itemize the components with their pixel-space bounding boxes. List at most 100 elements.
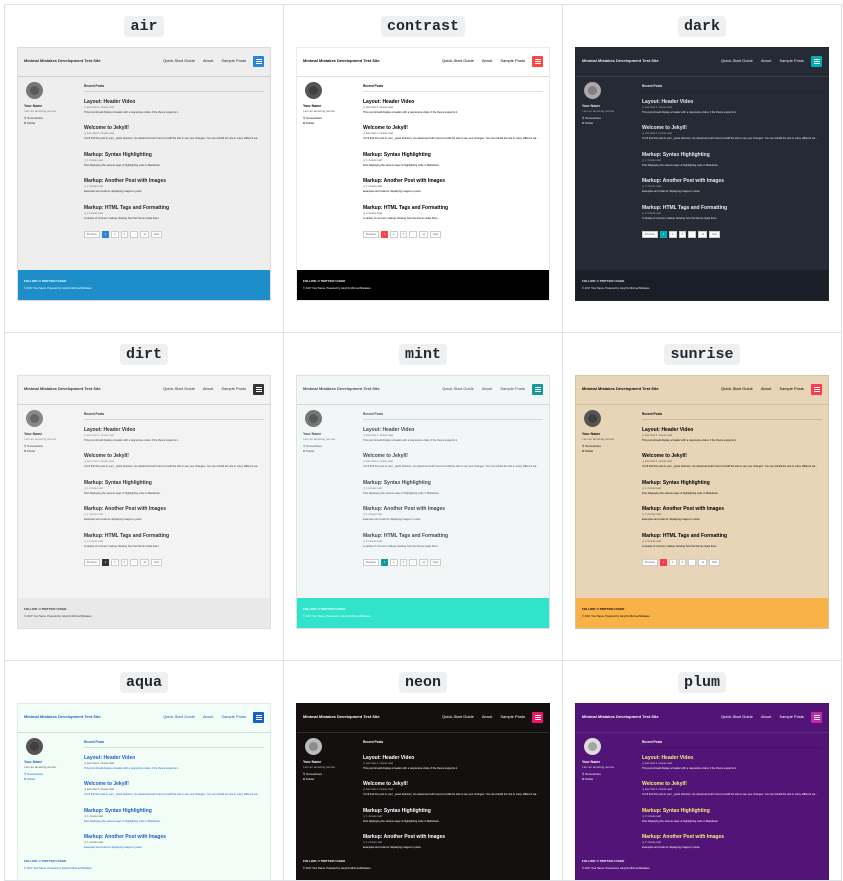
nav-link[interactable]: Sample Posts xyxy=(221,386,246,391)
post-title[interactable]: Markup: Another Post with Images xyxy=(363,506,543,512)
site-title[interactable]: Minimal Mistakes Development Test Site xyxy=(303,714,380,719)
site-title[interactable]: Minimal Mistakes Development Test Site xyxy=(24,386,101,391)
pagination-item[interactable]: Next xyxy=(430,559,442,567)
pagination-item[interactable]: 2 xyxy=(669,559,677,567)
pagination-item[interactable]: 3 xyxy=(120,231,128,239)
post-title[interactable]: Markup: Another Post with Images xyxy=(84,506,264,512)
post-title[interactable]: Welcome to Jekyll! xyxy=(642,453,822,459)
author-twitter[interactable]: ◘ Twitter xyxy=(24,449,57,454)
nav-link[interactable]: Sample Posts xyxy=(779,386,804,391)
menu-toggle-icon[interactable] xyxy=(532,712,543,723)
pagination-item[interactable]: 3 xyxy=(120,559,128,567)
nav-link[interactable]: Quick-Start Guide xyxy=(442,714,474,719)
post-title[interactable]: Markup: Syntax Highlighting xyxy=(84,808,264,814)
pagination-item[interactable]: 1 xyxy=(380,231,389,239)
post-title[interactable]: Markup: HTML Tags and Formatting xyxy=(642,533,822,539)
pagination-item[interactable]: 3 xyxy=(399,559,407,567)
nav-link[interactable]: Quick-Start Guide xyxy=(721,386,753,391)
nav-link[interactable]: Sample Posts xyxy=(500,714,525,719)
menu-toggle-icon[interactable] xyxy=(811,712,822,723)
nav-link[interactable]: Sample Posts xyxy=(779,714,804,719)
menu-toggle-icon[interactable] xyxy=(811,384,822,395)
post-title[interactable]: Welcome to Jekyll! xyxy=(84,453,264,459)
nav-link[interactable]: About xyxy=(203,714,213,719)
site-title[interactable]: Minimal Mistakes Development Test Site xyxy=(24,714,101,719)
site-title[interactable]: Minimal Mistakes Development Test Site xyxy=(582,58,659,63)
pagination-item[interactable]: Previous xyxy=(642,559,658,567)
post-title[interactable]: Markup: Syntax Highlighting xyxy=(84,152,264,158)
post-title[interactable]: Welcome to Jekyll! xyxy=(84,125,264,131)
post-title[interactable]: Layout: Header Video xyxy=(642,427,822,433)
nav-link[interactable]: About xyxy=(482,386,492,391)
post-title[interactable]: Layout: Header Video xyxy=(642,755,822,761)
author-twitter[interactable]: ◘ Twitter xyxy=(303,777,336,782)
nav-link[interactable]: About xyxy=(761,714,771,719)
nav-link[interactable]: About xyxy=(203,58,213,63)
post-title[interactable]: Markup: HTML Tags and Formatting xyxy=(363,205,543,211)
nav-link[interactable]: Quick-Start Guide xyxy=(442,58,474,63)
post-title[interactable]: Welcome to Jekyll! xyxy=(363,781,543,787)
menu-toggle-icon[interactable] xyxy=(253,712,264,723)
post-title[interactable]: Layout: Header Video xyxy=(642,99,822,105)
post-title[interactable]: Markup: Another Post with Images xyxy=(642,834,822,840)
pagination-item[interactable]: … xyxy=(129,559,139,567)
post-title[interactable]: Welcome to Jekyll! xyxy=(84,781,264,787)
pagination-item[interactable]: Previous xyxy=(363,231,379,239)
site-title[interactable]: Minimal Mistakes Development Test Site xyxy=(582,386,659,391)
pagination-item[interactable]: Next xyxy=(430,231,442,239)
nav-link[interactable]: About xyxy=(761,386,771,391)
pagination-item[interactable]: 2 xyxy=(669,231,677,239)
pagination-item[interactable]: 1 xyxy=(101,559,110,567)
menu-toggle-icon[interactable] xyxy=(253,56,264,67)
post-title[interactable]: Layout: Header Video xyxy=(363,427,543,433)
nav-link[interactable]: Quick-Start Guide xyxy=(163,714,195,719)
nav-link[interactable]: Quick-Start Guide xyxy=(442,386,474,391)
site-title[interactable]: Minimal Mistakes Development Test Site xyxy=(24,58,101,63)
pagination-item[interactable]: Next xyxy=(709,559,721,567)
post-title[interactable]: Markup: Syntax Highlighting xyxy=(363,808,543,814)
nav-link[interactable]: About xyxy=(482,714,492,719)
pagination-item[interactable]: 2 xyxy=(390,231,398,239)
pagination-item[interactable]: 3 xyxy=(678,231,686,239)
post-title[interactable]: Welcome to Jekyll! xyxy=(363,125,543,131)
post-title[interactable]: Markup: Another Post with Images xyxy=(642,178,822,184)
author-twitter[interactable]: ◘ Twitter xyxy=(24,121,57,126)
author-twitter[interactable]: ◘ Twitter xyxy=(582,449,615,454)
pagination-item[interactable]: Next xyxy=(151,559,163,567)
post-title[interactable]: Layout: Header Video xyxy=(363,99,543,105)
pagination-item[interactable]: 2 xyxy=(111,559,119,567)
pagination-item[interactable]: 3 xyxy=(678,559,686,567)
author-twitter[interactable]: ◘ Twitter xyxy=(303,121,336,126)
pagination-item[interactable]: … xyxy=(408,559,418,567)
nav-link[interactable]: Sample Posts xyxy=(500,58,525,63)
pagination-item[interactable]: 11 xyxy=(419,559,429,567)
post-title[interactable]: Layout: Header Video xyxy=(84,99,264,105)
site-title[interactable]: Minimal Mistakes Development Test Site xyxy=(582,714,659,719)
nav-link[interactable]: Sample Posts xyxy=(221,714,246,719)
nav-link[interactable]: Quick-Start Guide xyxy=(721,58,753,63)
site-title[interactable]: Minimal Mistakes Development Test Site xyxy=(303,58,380,63)
post-title[interactable]: Layout: Header Video xyxy=(84,755,264,761)
post-title[interactable]: Markup: Another Post with Images xyxy=(84,834,264,840)
post-title[interactable]: Welcome to Jekyll! xyxy=(642,125,822,131)
post-title[interactable]: Markup: Another Post with Images xyxy=(363,834,543,840)
author-twitter[interactable]: ◘ Twitter xyxy=(24,777,57,782)
nav-link[interactable]: Sample Posts xyxy=(221,58,246,63)
pagination-item[interactable]: Previous xyxy=(363,559,379,567)
nav-link[interactable]: About xyxy=(482,58,492,63)
author-twitter[interactable]: ◘ Twitter xyxy=(582,121,615,126)
menu-toggle-icon[interactable] xyxy=(253,384,264,395)
pagination-item[interactable]: Previous xyxy=(642,231,658,239)
pagination-item[interactable]: … xyxy=(408,231,418,239)
pagination-item[interactable]: 11 xyxy=(698,231,708,239)
pagination-item[interactable]: 1 xyxy=(659,231,668,239)
post-title[interactable]: Layout: Header Video xyxy=(363,755,543,761)
post-title[interactable]: Markup: Another Post with Images xyxy=(642,506,822,512)
post-title[interactable]: Markup: Syntax Highlighting xyxy=(642,808,822,814)
pagination-item[interactable]: Next xyxy=(709,231,721,239)
post-title[interactable]: Markup: Syntax Highlighting xyxy=(363,152,543,158)
pagination-item[interactable]: Previous xyxy=(84,559,100,567)
post-title[interactable]: Welcome to Jekyll! xyxy=(642,781,822,787)
post-title[interactable]: Markup: HTML Tags and Formatting xyxy=(84,205,264,211)
author-twitter[interactable]: ◘ Twitter xyxy=(303,449,336,454)
